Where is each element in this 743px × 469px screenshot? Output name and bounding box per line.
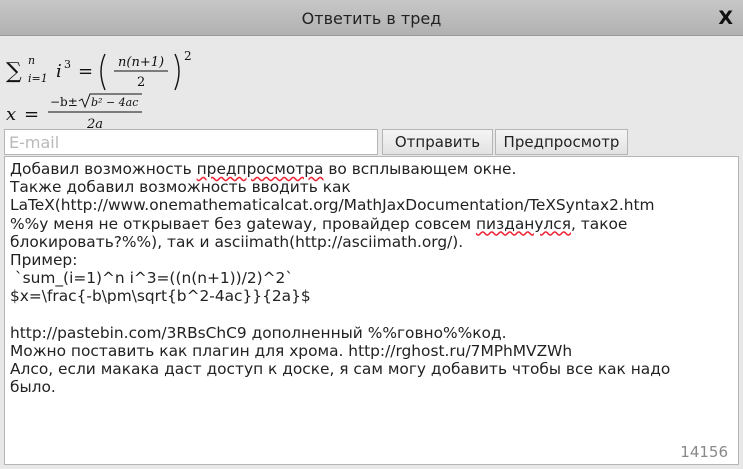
message-textarea[interactable]: Добавил возможность предпросмотра во всп…: [4, 156, 739, 465]
message-line: [10, 306, 725, 324]
close-icon[interactable]: X: [718, 5, 733, 31]
misspelled-word: предпросмотра: [196, 160, 324, 178]
message-line: $x=\frac{-b\pm\sqrt{b^2-4ac}}{2a}$: [10, 287, 311, 306]
quad-num-prefix: −b±: [50, 95, 78, 109]
formula-sum-of-cubes: ∑ n i=1 i 3 = n(n+1) 2 2: [6, 49, 192, 91]
message-line: Также добавил возможность вводить как: [10, 178, 351, 197]
message-line: Добавил возможность предпросмотра во всп…: [10, 160, 517, 178]
message-line: Алсо, если макака даст доступ к доске, я…: [10, 360, 671, 379]
right-paren: [174, 53, 180, 91]
message-line: Пример:: [10, 251, 78, 270]
sum-exp: 3: [64, 58, 71, 71]
misspelled-word: пизданулся: [475, 214, 572, 233]
message-line: было.: [10, 378, 56, 397]
sum-upper: n: [28, 54, 35, 67]
preview-button[interactable]: Предпросмотр: [495, 129, 628, 155]
left-paren: [100, 53, 106, 91]
sum-base: i: [56, 61, 62, 82]
sum-symbol: ∑: [6, 59, 22, 84]
outer-exp: 2: [184, 49, 192, 63]
quad-radicand: b² − 4ac: [91, 96, 138, 109]
send-button[interactable]: Отправить: [382, 129, 493, 155]
dialog-titlebar[interactable]: Ответить в тред X: [0, 0, 743, 36]
frac1-denominator: 2: [137, 75, 145, 90]
char-counter: 14156: [680, 443, 728, 461]
message-line: http://pastebin.com/3RBsChC9 дополненный…: [10, 323, 507, 342]
quad-lhs: x: [6, 104, 16, 125]
email-field[interactable]: [4, 129, 378, 155]
sum-lower: i=1: [28, 72, 48, 85]
message-line: Можно поставить как плагин для хрома. ht…: [10, 342, 573, 361]
message-line: блокировать?%%), так и asciimath(http://…: [10, 232, 464, 251]
math-preview: ∑ n i=1 i 3 = n(n+1) 2 2 x = −b± b² − 4a…: [4, 44, 344, 130]
frac1-numerator: n(n+1): [118, 55, 164, 70]
dialog-title: Ответить в тред: [301, 9, 442, 28]
message-line: `sum_(i=1)^n i^3=((n(n+1))/2)^2`: [10, 269, 294, 288]
message-line: %%у меня не открывает без gateway, прова…: [10, 214, 628, 233]
message-text: Добавил возможность предпросмотра во всп…: [10, 160, 725, 397]
sum-equals: =: [78, 61, 93, 82]
message-line: LaTeX(http://www.onemathematicalcat.org/…: [10, 196, 655, 215]
formula-quadratic: x = −b± b² − 4ac 2a: [6, 93, 142, 130]
math-preview-svg: ∑ n i=1 i 3 = n(n+1) 2 2 x = −b± b² − 4a…: [6, 49, 192, 130]
quad-equals: =: [24, 104, 39, 125]
